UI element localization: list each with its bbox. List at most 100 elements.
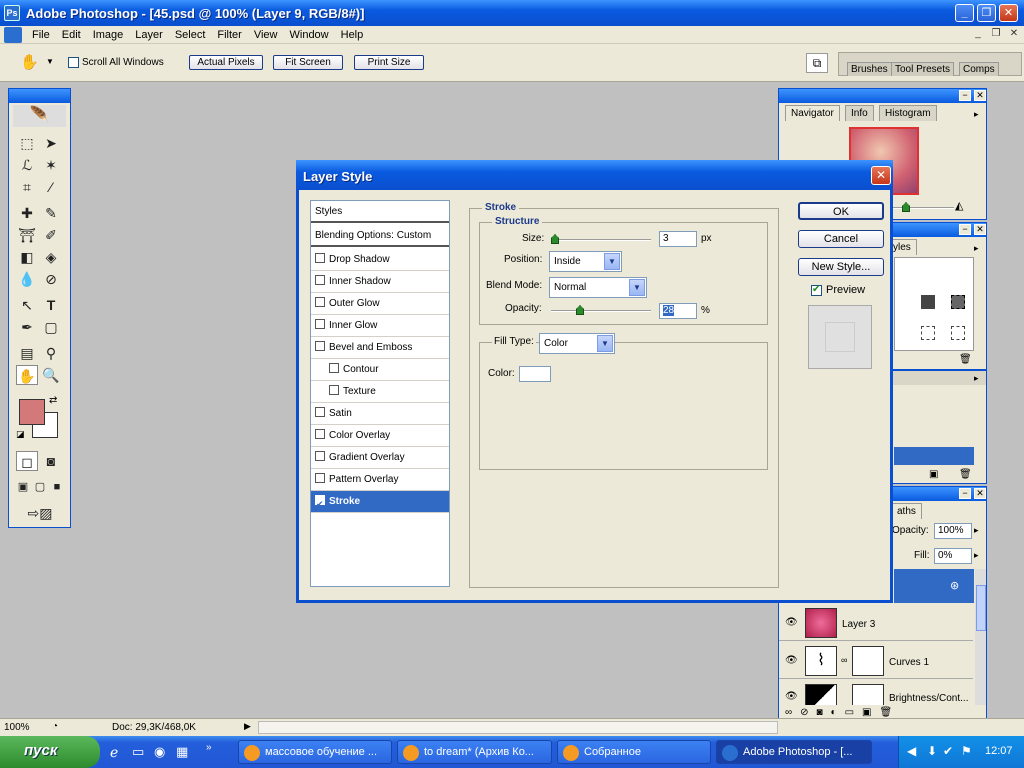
eyedropper-tool-icon[interactable]: ⚲ [40,343,62,363]
style-checkbox[interactable] [315,319,325,330]
chevron-down-icon[interactable]: ▼ [597,335,613,352]
tab-tool-presets[interactable]: Tool Presets [891,62,955,76]
blending-options-item[interactable]: Blending Options: Custom [311,225,449,247]
quick-mask-mode-icon[interactable]: ◙ [40,451,62,471]
fill-type-select[interactable]: Color ▼ [539,333,615,354]
eraser-tool-icon[interactable]: ◧ [16,247,38,267]
doc-close-button[interactable]: ✕ [1006,27,1022,41]
dialog-title[interactable]: Layer Style [296,160,893,190]
pen-tool-icon[interactable]: ✒ [16,317,38,337]
history-selected-state[interactable] [894,447,974,465]
zoom-tool-icon[interactable]: 🔍 [40,365,62,385]
style-checkbox[interactable] [315,407,325,418]
path-selection-tool-icon[interactable]: ↖ [16,295,38,315]
move-tool-icon[interactable]: ➤ [40,133,62,153]
fill-slider-icon[interactable]: ▸ [974,550,979,561]
navigator-close-button[interactable]: ✕ [974,90,986,101]
notes-tool-icon[interactable]: ▤ [16,343,38,363]
tool-preset-dropdown-icon[interactable]: ▼ [46,57,54,66]
layer-effects-icon[interactable]: ⊛ [950,579,959,592]
style-checkbox[interactable] [315,473,325,484]
menu-layer[interactable]: Layer [129,29,169,41]
jump-to-imageready-icon[interactable]: ⇨▨ [18,503,62,523]
menu-filter[interactable]: Filter [211,29,247,41]
layer-link-icon[interactable]: ∞ [841,655,847,665]
lasso-tool-icon[interactable]: ℒ [16,155,38,175]
minimize-button[interactable]: _ [955,4,974,22]
style-checkbox[interactable] [329,385,339,396]
layer-fill-input[interactable]: 0% [934,548,972,564]
opacity-slider[interactable] [551,305,651,315]
layers-minimize-button[interactable]: − [959,488,971,499]
photoshop-feather-icon[interactable]: 🪶 [13,105,66,127]
messenger-quicklaunch-icon[interactable]: ◉ [154,744,165,760]
toolbox-header[interactable] [9,89,70,103]
layer-visibility-eye-icon[interactable]: 👁 [785,655,798,666]
history-menu-icon[interactable]: ▸ [974,373,979,384]
default-colors-icon[interactable]: ◪ [16,429,25,440]
status-info-icon[interactable]: ◔ [52,721,58,732]
hand-tool-icon[interactable]: ✋ [20,53,39,71]
horizontal-scrollbar[interactable] [258,721,778,734]
menu-file[interactable]: File [26,29,56,41]
dodge-tool-icon[interactable]: ⊘ [40,269,62,289]
stroke-color-swatch[interactable] [519,366,551,382]
zoom-level[interactable]: 100% [4,722,30,733]
style-item[interactable]: Drop Shadow [311,249,449,271]
opacity-slider-icon[interactable]: ▸ [974,525,979,536]
media-quicklaunch-icon[interactable]: ▦ [176,744,188,760]
menu-edit[interactable]: Edit [56,29,87,41]
tab-comps[interactable]: Comps [959,62,999,76]
style-swatch[interactable] [951,295,965,309]
print-size-button[interactable]: Print Size [354,55,424,70]
hand-tool-icon[interactable]: ✋ [16,365,38,385]
fit-screen-button[interactable]: Fit Screen [273,55,343,70]
position-select[interactable]: Inside ▼ [549,251,622,272]
standard-mode-icon[interactable]: ◻ [16,451,38,471]
doc-restore-button[interactable]: ❐ [988,27,1004,41]
styles-close-button[interactable]: ✕ [974,224,986,235]
shape-tool-icon[interactable]: ▢ [40,317,62,337]
chevron-down-icon[interactable]: ▼ [629,279,645,296]
style-item[interactable]: Outer Glow [311,293,449,315]
style-checkbox[interactable] [315,297,325,308]
blur-tool-icon[interactable]: 💧 [16,269,38,289]
doc-minimize-button[interactable]: _ [970,27,986,41]
tab-navigator[interactable]: Navigator [785,105,840,121]
zoom-in-icon[interactable]: ◭ [955,199,963,212]
tab-brushes[interactable]: Brushes [847,62,892,76]
menu-image[interactable]: Image [87,29,130,41]
style-item[interactable]: Stroke [311,491,449,515]
history-brush-tool-icon[interactable]: ✐ [40,225,62,245]
palette-well-icon[interactable]: ⧉ [806,53,828,73]
taskbar-item[interactable]: массовое обучение ... [238,740,392,764]
maximize-button[interactable]: ❐ [977,4,996,22]
style-item[interactable]: Inner Shadow [311,271,449,293]
clock[interactable]: 12:07 [985,745,1013,757]
style-item[interactable]: Inner Glow [311,315,449,337]
tray-language-icon[interactable]: ⚑ [961,744,972,758]
tab-histogram[interactable]: Histogram [879,105,937,121]
preview-checkbox[interactable] [811,284,822,296]
blend-mode-select[interactable]: Normal ▼ [549,277,647,298]
cancel-button[interactable]: Cancel [798,230,884,248]
layer-name[interactable]: Layer 3 [842,619,875,630]
clone-stamp-tool-icon[interactable]: ⛩ [16,225,38,245]
style-item[interactable]: Gradient Overlay [311,447,449,469]
tab-paths[interactable]: aths [891,503,922,519]
layer-row[interactable]: 👁 Layer 3 [779,605,973,641]
quicklaunch-more-icon[interactable]: » [206,742,212,753]
screen-mode-standard-icon[interactable]: ▣ [14,477,32,497]
tray-download-icon[interactable]: ⬇ [927,744,937,758]
marquee-tool-icon[interactable]: ⬚ [16,133,38,153]
type-tool-icon[interactable]: T [40,295,62,315]
layers-scrollbar[interactable] [975,569,986,705]
layer-row[interactable]: 👁 ⌇ ∞ Curves 1 [779,643,973,679]
size-slider[interactable] [551,234,651,244]
tray-security-icon[interactable]: ✔ [943,744,953,758]
size-input[interactable]: 3 [659,231,697,247]
scroll-all-windows-checkbox[interactable] [68,57,79,68]
layer-opacity-input[interactable]: 100% [934,523,972,539]
style-swatch[interactable] [921,295,935,309]
style-item[interactable]: Bevel and Emboss [311,337,449,359]
